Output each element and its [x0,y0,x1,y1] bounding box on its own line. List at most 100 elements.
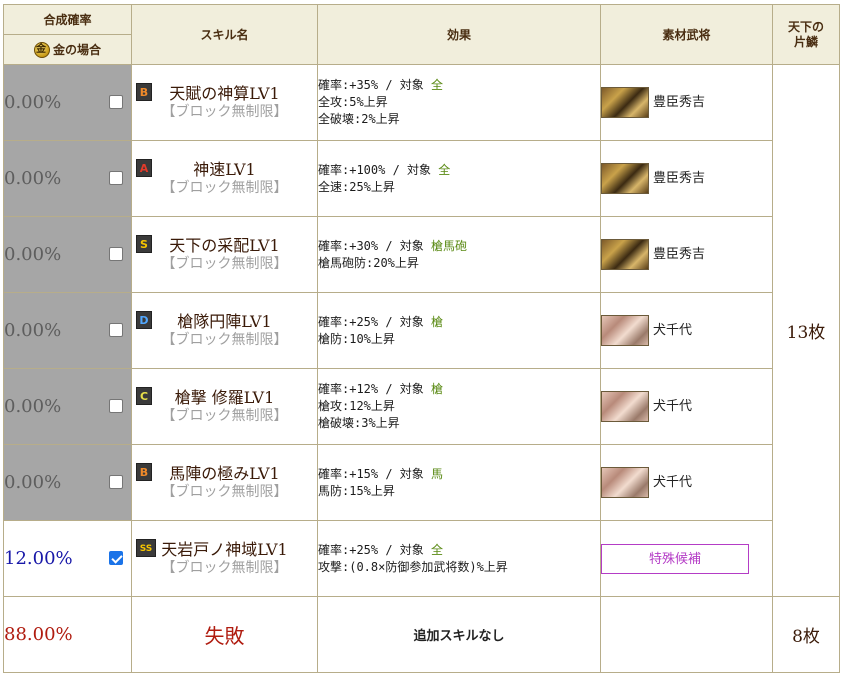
skill-name: 神速LV1 [193,160,256,179]
effect-line: 全速:25%上昇 [318,179,395,194]
skill-row: 0.00% S 天下の采配LV1 【ブロック無制限】 確率:+30% / 対象 槍馬… [3,216,840,293]
general-name: 犬千代 [653,323,693,338]
header-gold-label: 金の場合 [52,42,101,57]
header-scale: 天下の片鱗 [772,4,840,65]
skill-note: 【ブロック無制限】 [161,484,288,500]
skill-row: 0.00% B 天賦の神算LV1 【ブロック無制限】 確率:+35% / 対象 全全… [3,64,840,597]
material-cell: 豊臣秀吉 [600,140,773,217]
result-count: 8枚 [772,596,840,673]
rate-cell: 12.00% [3,520,132,597]
rank-badge: D [136,311,152,329]
general-name: 豊臣秀吉 [653,247,706,262]
rank-badge: SS [136,539,156,557]
rate-cell: 0.00% [3,64,132,141]
general-name: 犬千代 [653,475,693,490]
skill-row: 0.00% C 槍撃 修羅LV1 【ブロック無制限】 確率:+12% / 対象 槍槍… [3,368,840,445]
special-candidate-button[interactable]: 特殊候補 [601,543,749,574]
effect-line: 槍破壊:3%上昇 [318,416,400,430]
effect-line: 確率:+25% / 対象 [318,542,432,557]
skill-row: 12.00% SS 天岩戸ノ神域LV1 【ブロック無制限】 確率:+25% / 対象… [3,520,840,597]
effect-target: 槍 [431,314,444,329]
select-checkbox[interactable] [109,94,123,109]
skill-cell: C 槍撃 修羅LV1 【ブロック無制限】 [131,368,318,445]
skill-cell: SS 天岩戸ノ神域LV1 【ブロック無制限】 [131,520,318,597]
select-checkbox[interactable] [109,322,123,337]
material-cell: 豊臣秀吉 [600,64,773,141]
general-portrait[interactable] [601,315,649,346]
skill-name: 馬陣の極みLV1 [169,464,280,483]
rank-badge: C [136,387,152,405]
effect-line: 確率:+100% / 対象 [318,162,439,177]
general-portrait[interactable] [601,163,649,194]
synthesis-table: 合成確率 スキル名 効果 素材武将 天下の片鱗 金の場合 0.00% B 天賦の神… [3,4,840,673]
rate-value: 0.00% [4,92,62,113]
general-name: 犬千代 [653,399,693,414]
skill-cell: B 馬陣の極みLV1 【ブロック無制限】 [131,444,318,521]
general-name: 豊臣秀吉 [653,95,706,110]
rate-cell: 0.00% [3,140,132,217]
effect-line: 確率:+15% / 対象 [318,466,432,481]
general-portrait[interactable] [601,239,649,270]
effect-target: 全 [431,78,444,92]
skill-name: 槍撃 修羅LV1 [174,388,275,407]
select-checkbox[interactable] [109,550,123,565]
skill-note: 【ブロック無制限】 [161,408,288,424]
general-portrait[interactable] [601,391,649,422]
rank-badge: B [136,83,152,101]
select-checkbox[interactable] [109,398,123,413]
rate-value: 0.00% [4,320,62,341]
rate-cell: 0.00% [3,444,132,521]
result-material [600,596,773,673]
effect-line: 確率:+35% / 対象 [318,78,432,92]
effect-line: 槍攻:12%上昇 [318,399,395,413]
effect-cell: 確率:+100% / 対象 全全速:25%上昇 [317,140,601,217]
effect-target: 馬 [431,466,444,481]
effect-line: 全攻:5%上昇 [318,95,388,109]
select-checkbox[interactable] [109,170,123,185]
result-effect: 追加スキルなし [317,596,601,673]
effect-line: 馬防:15%上昇 [318,483,395,498]
general-portrait[interactable] [601,87,649,118]
skill-name: 天賦の神算LV1 [169,84,280,103]
skill-name: 天岩戸ノ神域LV1 [161,540,288,559]
skill-cell: A 神速LV1 【ブロック無制限】 [131,140,318,217]
header-effect: 効果 [317,4,601,65]
effect-cell: 確率:+25% / 対象 槍槍防:10%上昇 [317,292,601,369]
skill-cell: S 天下の采配LV1 【ブロック無制限】 [131,216,318,293]
rate-cell: 0.00% [3,216,132,293]
effect-cell: 確率:+25% / 対象 全攻撃:(0.8×防御参加武将数)%上昇 [317,520,601,597]
skill-name: 天下の采配LV1 [169,236,280,255]
skill-note: 【ブロック無制限】 [161,560,288,576]
effect-line: 確率:+12% / 対象 [318,382,432,396]
skill-note: 【ブロック無制限】 [161,104,288,120]
rank-badge: S [136,235,152,253]
header-material: 素材武将 [600,4,773,65]
scale-count: 13枚 [772,64,840,597]
select-checkbox[interactable] [109,474,123,489]
skill-note: 【ブロック無制限】 [161,256,288,272]
material-cell: 豊臣秀吉 [600,216,773,293]
skill-cell: D 槍隊円陣LV1 【ブロック無制限】 [131,292,318,369]
material-cell: 犬千代 [600,292,773,369]
skill-note: 【ブロック無制限】 [161,180,288,196]
rank-badge: B [136,463,152,481]
effect-line: 確率:+30% / 対象 [318,238,432,253]
effect-target: 全 [438,162,451,177]
material-cell: 特殊候補 [600,520,773,597]
effect-cell: 確率:+30% / 対象 槍馬砲 槍馬砲防:20%上昇 [317,216,601,293]
rate-value: 12.00% [4,548,73,569]
result-row: 88.00% 失敗 追加スキルなし 8枚 [3,596,840,673]
effect-line: 確率:+25% / 対象 [318,314,432,329]
select-checkbox[interactable] [109,246,123,261]
effect-cell: 確率:+12% / 対象 槍槍攻:12%上昇 槍破壊:3%上昇 [317,368,601,445]
material-cell: 犬千代 [600,444,773,521]
rate-cell: 0.00% [3,368,132,445]
effect-target: 槍馬砲 [431,238,468,253]
effect-cell: 確率:+15% / 対象 馬馬防:15%上昇 [317,444,601,521]
effect-line: 攻撃:(0.8×防御参加武将数)%上昇 [318,559,508,574]
rate-value: 0.00% [4,244,62,265]
effect-line: 槍防:10%上昇 [318,331,395,346]
general-portrait[interactable] [601,467,649,498]
effect-target: 槍 [431,382,444,396]
skill-row: 0.00% B 馬陣の極みLV1 【ブロック無制限】 確率:+15% / 対象 馬馬… [3,444,840,521]
